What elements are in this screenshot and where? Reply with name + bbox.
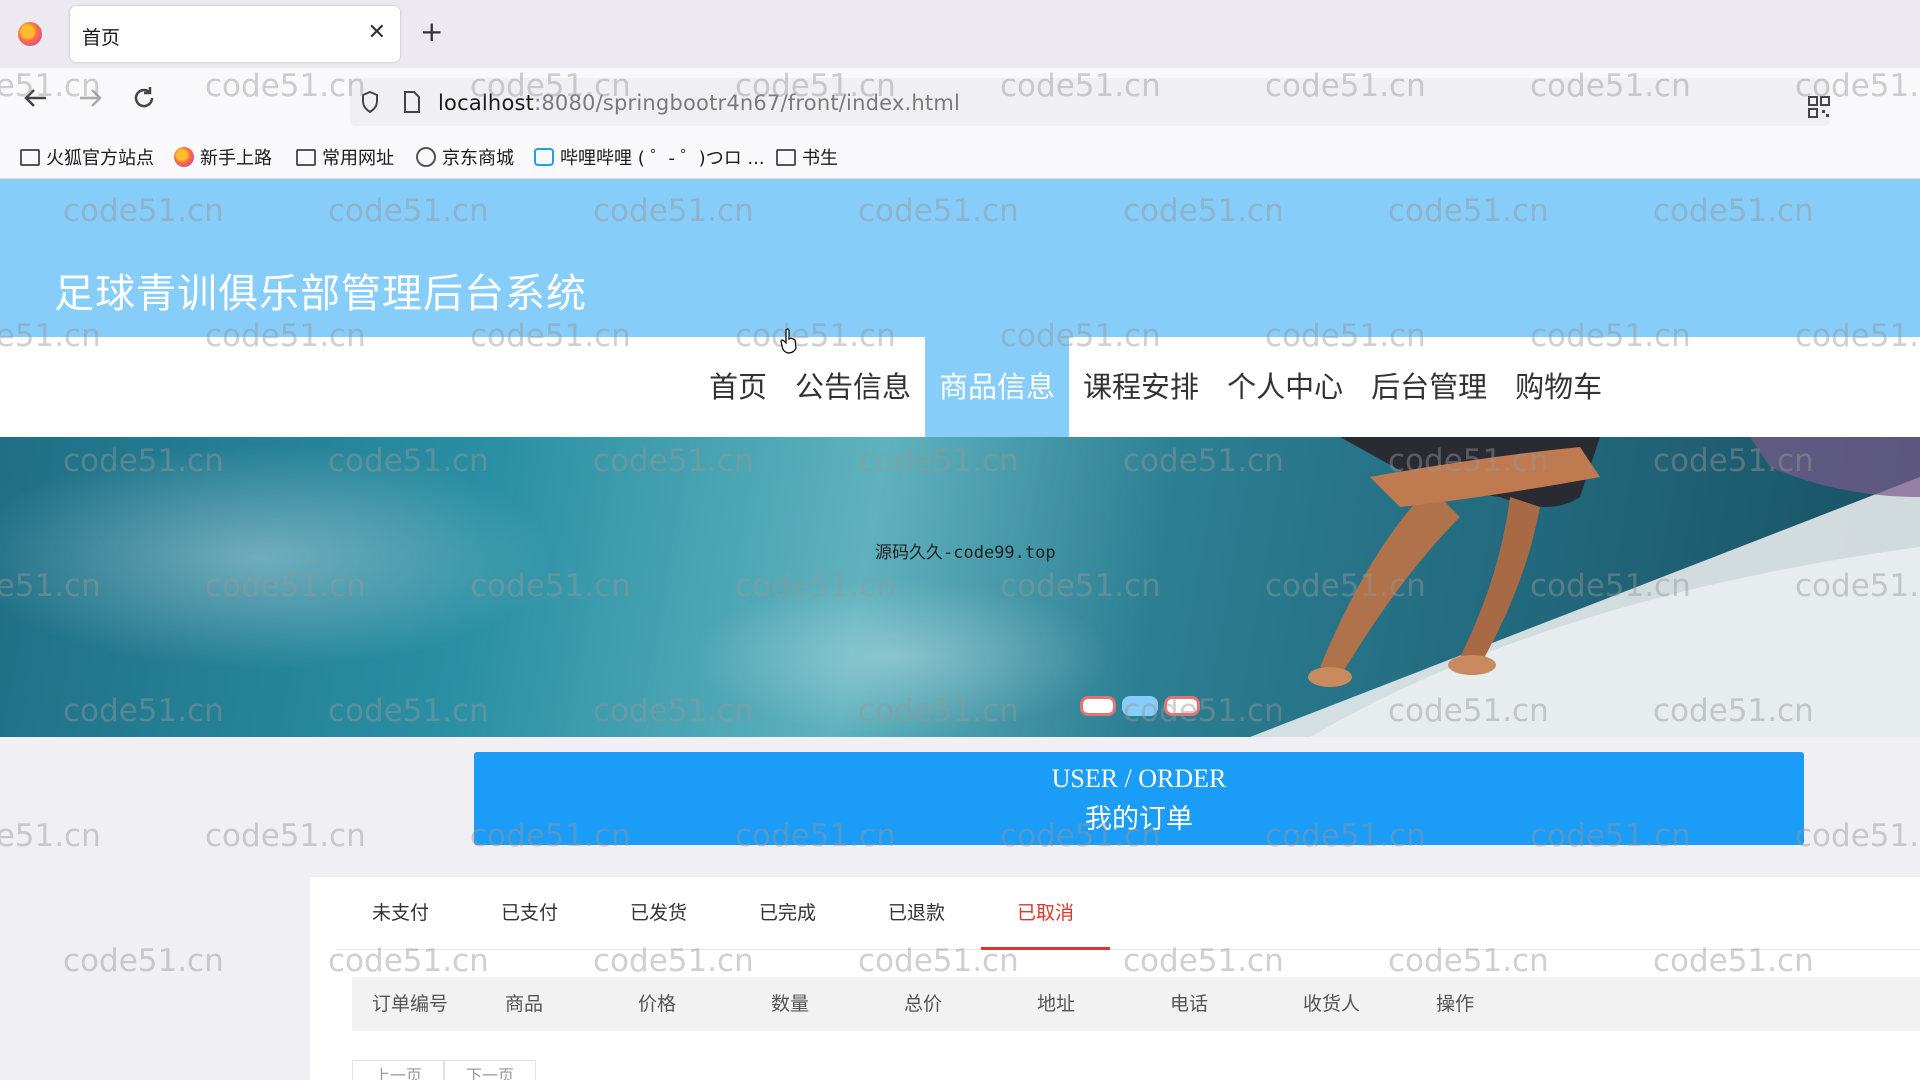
menu-item-admin[interactable]: 后台管理 [1357, 337, 1501, 437]
order-title-en: USER / ORDER [1051, 764, 1227, 793]
column-header: 地址 [1037, 993, 1076, 1015]
url-path: :8080/springbootr4n67/front/index.html [534, 91, 961, 115]
bookmarks-toolbar: 火狐官方站点 新手上路 常用网址 京东商城 哔哩哔哩 ( ゜- ゜)つロ ...… [0, 136, 1920, 179]
next-page-button[interactable]: 下一页 [444, 1060, 536, 1080]
order-title-cn: 我的订单 [1085, 804, 1193, 834]
bookmark-label: 京东商城 [442, 148, 514, 169]
column-header: 数量 [771, 993, 810, 1015]
bookmark-label: 常用网址 [322, 148, 394, 169]
order-status-tabs: 未支付 已支付 已发货 已完成 已退款 已取消 [336, 877, 1920, 950]
column-header: 价格 [638, 993, 677, 1015]
bookmark-item[interactable]: 书生 [776, 144, 838, 170]
globe-icon [416, 147, 436, 167]
bookmark-label: 哔哩哔哩 ( ゜- ゜)つロ ... [560, 148, 765, 169]
folder-icon [776, 148, 796, 166]
tab-paid[interactable]: 已支付 [465, 877, 594, 949]
forward-arrow-icon[interactable] [76, 84, 104, 118]
qr-code-icon[interactable] [1808, 96, 1830, 118]
menu-item-profile[interactable]: 个人中心 [1213, 337, 1357, 437]
menu-item-notices[interactable]: 公告信息 [781, 337, 925, 437]
column-header: 操作 [1436, 993, 1475, 1015]
bookmark-label: 书生 [802, 148, 838, 169]
menu: 首页 公告信息 商品信息 课程安排 个人中心 后台管理 购物车 [695, 337, 1616, 437]
column-header: 总价 [904, 993, 943, 1015]
pagination: 上一页 下一页 [352, 1060, 536, 1080]
shield-icon[interactable] [360, 90, 380, 114]
web-page: 足球青训俱乐部管理后台系统 首页 公告信息 商品信息 课程安排 个人中心 后台管… [0, 179, 1920, 1080]
bookmark-item[interactable]: 火狐官方站点 [20, 144, 154, 170]
browser-toolbar: localhost:8080/springbootr4n67/front/ind… [0, 68, 1920, 136]
column-header: 商品 [505, 993, 544, 1015]
surfer-image [1250, 437, 1920, 737]
carousel-dots [1080, 696, 1200, 716]
bookmark-item[interactable]: 京东商城 [416, 144, 514, 170]
new-tab-button[interactable]: + [420, 18, 443, 46]
bookmark-item[interactable]: 常用网址 [296, 144, 394, 170]
back-arrow-icon[interactable] [22, 84, 50, 118]
tab-shipped[interactable]: 已发货 [594, 877, 723, 949]
bookmark-item[interactable]: 新手上路 [174, 144, 272, 170]
carousel-dot[interactable] [1164, 696, 1200, 716]
browser-tab-bar: 首页 ✕ + [0, 0, 1920, 68]
browser-tab[interactable]: 首页 ✕ [70, 6, 400, 62]
site-header: 足球青训俱乐部管理后台系统 [0, 179, 1920, 337]
banner-carousel[interactable]: 源码久久-code99.top [0, 437, 1920, 737]
close-icon[interactable]: ✕ [368, 20, 386, 45]
menu-item-products[interactable]: 商品信息 [925, 337, 1070, 437]
tab-title: 首页 [82, 27, 121, 49]
carousel-dot[interactable] [1122, 696, 1158, 716]
bookmark-item[interactable]: 哔哩哔哩 ( ゜- ゜)つロ ... [534, 144, 765, 170]
menu-item-cart[interactable]: 购物车 [1501, 337, 1616, 437]
column-header: 收货人 [1303, 993, 1361, 1015]
main-nav: 首页 公告信息 商品信息 课程安排 个人中心 后台管理 购物车 [0, 337, 1920, 437]
site-title: 足球青训俱乐部管理后台系统 [54, 270, 587, 317]
column-header: 订单编号 [372, 993, 449, 1015]
address-bar[interactable]: localhost:8080/springbootr4n67/front/ind… [350, 78, 1830, 126]
tab-refunded[interactable]: 已退款 [852, 877, 981, 949]
bookmark-label: 火狐官方站点 [46, 148, 154, 169]
hand-cursor-icon [780, 328, 797, 354]
bookmark-label: 新手上路 [200, 148, 272, 169]
column-header: 电话 [1170, 993, 1209, 1015]
reload-icon[interactable] [130, 84, 158, 118]
folder-icon [296, 148, 316, 166]
order-table-header: 订单编号 商品 价格 数量 总价 地址 电话 收货人 操作 [352, 977, 1920, 1031]
tab-completed[interactable]: 已完成 [723, 877, 852, 949]
url-host: localhost [438, 91, 535, 115]
page-icon [404, 91, 420, 113]
order-section-header: USER / ORDER 我的订单 [474, 752, 1804, 845]
tab-cancelled[interactable]: 已取消 [981, 877, 1110, 950]
order-panel: 未支付 已支付 已发货 已完成 已退款 已取消 订单编号 商品 价格 数量 总价… [310, 877, 1920, 1080]
tab-unpaid[interactable]: 未支付 [336, 877, 465, 949]
firefox-icon [174, 147, 194, 167]
firefox-icon[interactable] [18, 22, 42, 46]
menu-item-home[interactable]: 首页 [695, 337, 781, 437]
carousel-dot[interactable] [1080, 696, 1116, 716]
bilibili-icon [534, 148, 554, 166]
url-text[interactable]: localhost:8080/springbootr4n67/front/ind… [438, 91, 960, 115]
folder-icon [20, 148, 40, 166]
banner-caption: 源码久久-code99.top [875, 543, 1056, 563]
menu-item-courses[interactable]: 课程安排 [1069, 337, 1213, 437]
prev-page-button[interactable]: 上一页 [352, 1060, 444, 1080]
